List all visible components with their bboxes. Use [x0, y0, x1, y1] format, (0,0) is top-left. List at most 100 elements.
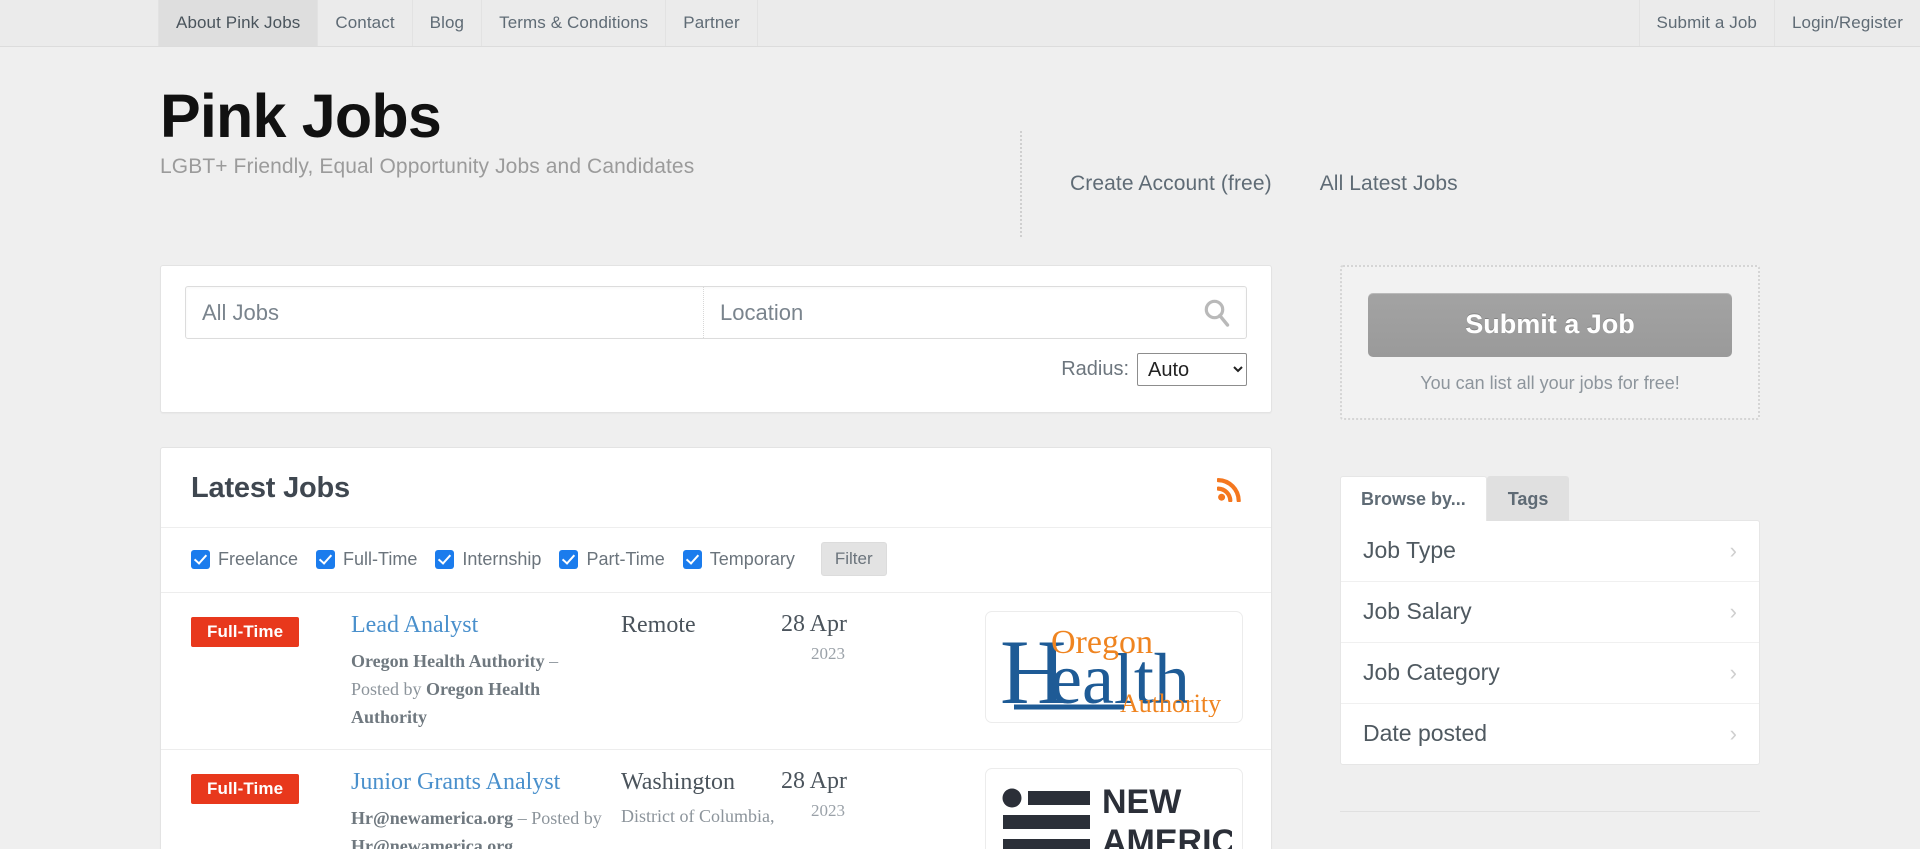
job-search-panel: Radius: Auto 5 10 25 50 100 — [160, 265, 1272, 413]
checkbox-checked-icon[interactable] — [435, 550, 454, 569]
browse-item-date-posted[interactable]: Date posted › — [1341, 704, 1759, 764]
poster-name: Hr@newamerica.org — [351, 836, 513, 849]
radius-row: Radius: Auto 5 10 25 50 100 — [185, 353, 1247, 386]
sidebar-divider — [1340, 811, 1760, 812]
browse-item-job-category[interactable]: Job Category › — [1341, 643, 1759, 704]
job-title-link[interactable]: Lead Analyst — [351, 611, 603, 640]
checkbox-checked-icon[interactable] — [191, 550, 210, 569]
company-dash: – — [513, 808, 531, 828]
job-date-cell: 28 Apr 2023 — [781, 768, 951, 821]
site-header: Pink Jobs LGBT+ Friendly, Equal Opportun… — [0, 47, 1920, 265]
nav-item-blog[interactable]: Blog — [412, 0, 482, 46]
site-title: Pink Jobs — [160, 85, 1020, 147]
submit-job-note: You can list all your jobs for free! — [1368, 373, 1732, 394]
job-date: 28 Apr — [781, 768, 847, 794]
filter-label: Freelance — [218, 549, 298, 570]
job-title-link[interactable]: Junior Grants Analyst — [351, 768, 603, 797]
browse-item-job-type[interactable]: Job Type › — [1341, 521, 1759, 582]
browse-item-label: Date posted — [1363, 720, 1487, 747]
chevron-right-icon: › — [1730, 723, 1737, 745]
posted-by-text: Posted by — [351, 679, 426, 699]
job-type-cell: Full-Time — [191, 768, 351, 804]
company-dash: – — [545, 651, 559, 671]
search-keywords-input[interactable] — [186, 287, 704, 338]
filter-full-time[interactable]: Full-Time — [316, 549, 417, 570]
nav-item-about-pink-jobs[interactable]: About Pink Jobs — [158, 0, 318, 46]
browse-item-label: Job Category — [1363, 659, 1500, 686]
browse-item-job-salary[interactable]: Job Salary › — [1341, 582, 1759, 643]
nav-label: Partner — [683, 13, 739, 33]
tab-browse-by[interactable]: Browse by... — [1340, 476, 1487, 521]
company-logo-image: H ealth Oregon Authority — [996, 617, 1232, 717]
filter-freelance[interactable]: Freelance — [191, 549, 298, 570]
filter-label: Full-Time — [343, 549, 417, 570]
search-location-input[interactable] — [704, 287, 1188, 338]
job-location-cell: Remote — [621, 611, 781, 647]
browse-tabs: Browse by... Tags — [1340, 476, 1760, 521]
job-date-cell: 28 Apr 2023 — [781, 611, 951, 664]
oregon-health-authority-logo: H ealth Oregon Authority — [985, 611, 1243, 723]
checkbox-checked-icon[interactable] — [683, 550, 702, 569]
filter-internship[interactable]: Internship — [435, 549, 541, 570]
header-link-create-account[interactable]: Create Account (free) — [1070, 172, 1272, 196]
job-company: Hr@newamerica.org – Posted by Hr@newamer… — [351, 805, 603, 849]
nav-label: Terms & Conditions — [499, 13, 648, 33]
search-row — [185, 286, 1247, 339]
job-date: 28 Apr — [781, 611, 847, 637]
job-year: 2023 — [811, 801, 951, 821]
table-row[interactable]: Full-Time Junior Grants Analyst Hr@newam… — [161, 750, 1271, 849]
page-body: Radius: Auto 5 10 25 50 100 Latest Jobs — [160, 265, 1760, 849]
nav-item-partner[interactable]: Partner — [665, 0, 757, 46]
filter-label: Internship — [462, 549, 541, 570]
job-location-cell: Washington District of Columbia, — [621, 768, 781, 829]
company-logo-image: NEW AMERICA — [996, 781, 1232, 849]
header-links: Create Account (free) All Latest Jobs — [1020, 131, 1458, 237]
submit-job-widget: Submit a Job You can list all your jobs … — [1340, 265, 1760, 420]
new-america-logo: NEW AMERICA — [985, 768, 1243, 849]
job-location-sub: District of Columbia, — [621, 804, 781, 829]
job-type-cell: Full-Time — [191, 611, 351, 647]
browse-widget: Browse by... Tags Job Type › Job Salary … — [1340, 476, 1760, 765]
filter-part-time[interactable]: Part-Time — [559, 549, 664, 570]
rss-feed-button[interactable] — [1217, 476, 1243, 502]
checkbox-checked-icon[interactable] — [316, 550, 335, 569]
top-nav-right-group: Submit a Job Login/Register — [1639, 0, 1920, 46]
table-row[interactable]: Full-Time Lead Analyst Oregon Health Aut… — [161, 593, 1271, 750]
header-link-all-latest-jobs[interactable]: All Latest Jobs — [1320, 172, 1458, 196]
nav-item-submit-a-job[interactable]: Submit a Job — [1639, 0, 1775, 46]
latest-jobs-header: Latest Jobs — [161, 448, 1271, 528]
company-name: Oregon Health Authority — [351, 651, 545, 671]
job-details-cell: Junior Grants Analyst Hr@newamerica.org … — [351, 768, 621, 849]
sidebar: Submit a Job You can list all your jobs … — [1340, 265, 1760, 812]
radius-select[interactable]: Auto 5 10 25 50 100 — [1137, 353, 1247, 386]
submit-a-job-button[interactable]: Submit a Job — [1368, 293, 1732, 357]
tab-tags[interactable]: Tags — [1487, 476, 1570, 521]
checkbox-checked-icon[interactable] — [559, 550, 578, 569]
nav-item-terms-conditions[interactable]: Terms & Conditions — [481, 0, 666, 46]
job-company: Oregon Health Authority – Posted by Oreg… — [351, 648, 603, 732]
search-submit-button[interactable] — [1188, 287, 1246, 338]
rss-icon — [1217, 476, 1243, 502]
site-tagline: LGBT+ Friendly, Equal Opportunity Jobs a… — [160, 155, 1020, 179]
nav-label: About Pink Jobs — [176, 13, 300, 33]
latest-jobs-title: Latest Jobs — [191, 472, 350, 505]
nav-label: Blog — [430, 13, 464, 33]
filter-label: Part-Time — [586, 549, 664, 570]
job-location: Washington — [621, 769, 735, 795]
company-name: Hr@newamerica.org — [351, 808, 513, 828]
main-column: Radius: Auto 5 10 25 50 100 Latest Jobs — [160, 265, 1272, 849]
top-navigation-bar: About Pink Jobs Contact Blog Terms & Con… — [0, 0, 1920, 47]
nav-item-login-register[interactable]: Login/Register — [1774, 0, 1920, 46]
filter-temporary[interactable]: Temporary — [683, 549, 795, 570]
apply-filter-button[interactable]: Filter — [821, 542, 887, 576]
browse-item-label: Job Salary — [1363, 598, 1472, 625]
latest-jobs-panel: Latest Jobs Freelance Full-Time — [160, 447, 1272, 849]
brand-block[interactable]: Pink Jobs LGBT+ Friendly, Equal Opportun… — [160, 85, 1020, 179]
search-icon — [1200, 296, 1234, 330]
job-type-filters: Freelance Full-Time Internship Part-Time… — [161, 528, 1271, 593]
nav-item-contact[interactable]: Contact — [317, 0, 412, 46]
browse-item-label: Job Type — [1363, 537, 1456, 564]
nav-label: Submit a Job — [1657, 13, 1757, 33]
browse-list: Job Type › Job Salary › Job Category › D… — [1340, 520, 1760, 765]
filter-label: Temporary — [710, 549, 795, 570]
